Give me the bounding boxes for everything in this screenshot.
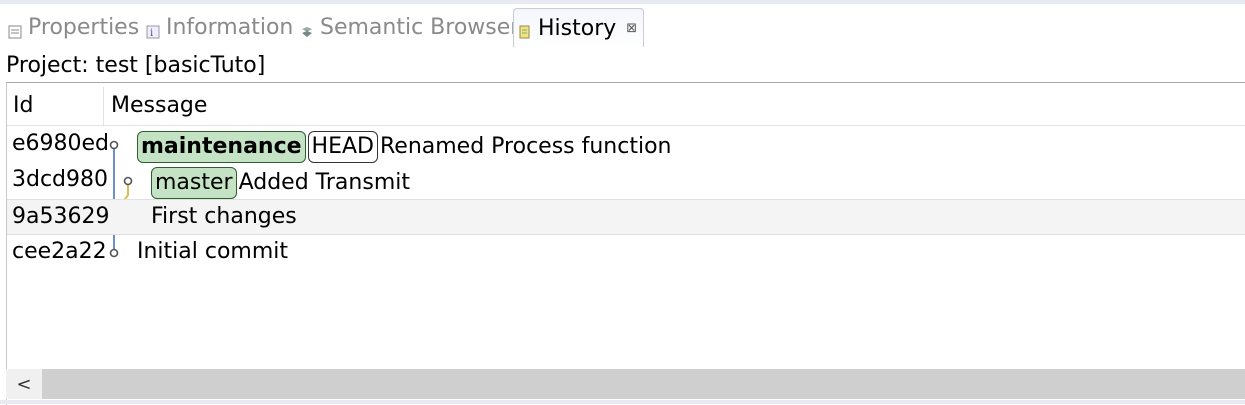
svg-text:i: i <box>150 28 153 39</box>
commit-message: Renamed Process function <box>379 134 672 159</box>
table-row[interactable]: e6980ed maintenance HEAD Renamed Process f… <box>7 127 1245 163</box>
table-row[interactable]: 3dcd980 master Added Transmit <box>7 163 1245 199</box>
bottom-border <box>0 400 1245 404</box>
tab-label: Information <box>166 14 294 40</box>
close-icon[interactable]: ⊠ <box>626 21 637 36</box>
head-label: HEAD <box>307 131 378 163</box>
scroll-left-button[interactable]: < <box>6 369 42 399</box>
semantic-browser-icon <box>300 20 314 37</box>
branch-label: maintenance <box>137 131 306 163</box>
commit-message: Added Transmit <box>238 170 410 195</box>
commit-id: e6980ed <box>12 131 110 156</box>
commit-id: cee2a22 <box>12 239 107 264</box>
commit-id: 9a53629 <box>12 204 110 229</box>
history-icon <box>518 21 532 39</box>
tab-semantic-browser[interactable]: Semantic Browser <box>300 10 519 44</box>
tab-label: Semantic Browser <box>320 14 520 40</box>
tab-label: Properties <box>28 14 140 40</box>
table-row[interactable]: cee2a22 Initial commit <box>7 235 1245 271</box>
tab-history[interactable]: History ⊠ <box>513 8 645 47</box>
column-header-message[interactable]: Message <box>111 93 207 118</box>
column-header-id[interactable]: Id <box>13 93 33 118</box>
tab-label: History <box>538 15 617 41</box>
commit-message: Initial commit <box>137 239 289 264</box>
table-header: Id Message <box>7 87 1245 126</box>
table-row[interactable]: 9a53629 First changes <box>7 199 1245 235</box>
information-icon: i <box>146 20 160 39</box>
chevron-left-icon: < <box>16 373 32 395</box>
branch-label: master <box>151 167 237 199</box>
column-divider[interactable] <box>103 87 104 125</box>
properties-icon <box>8 20 22 39</box>
commit-message: First changes <box>151 204 297 229</box>
view-tab-bar: Properties i Information Semantic Browse… <box>0 0 1245 50</box>
horizontal-scrollbar[interactable]: < <box>6 369 1245 399</box>
tab-information[interactable]: i Information <box>146 10 293 44</box>
project-label: Project: test [basicTuto] <box>6 53 266 78</box>
tab-properties[interactable]: Properties <box>8 10 139 44</box>
commit-id: 3dcd980 <box>12 167 109 192</box>
history-table: Id Message e6980ed maintenance HEAD Rename… <box>6 82 1245 405</box>
